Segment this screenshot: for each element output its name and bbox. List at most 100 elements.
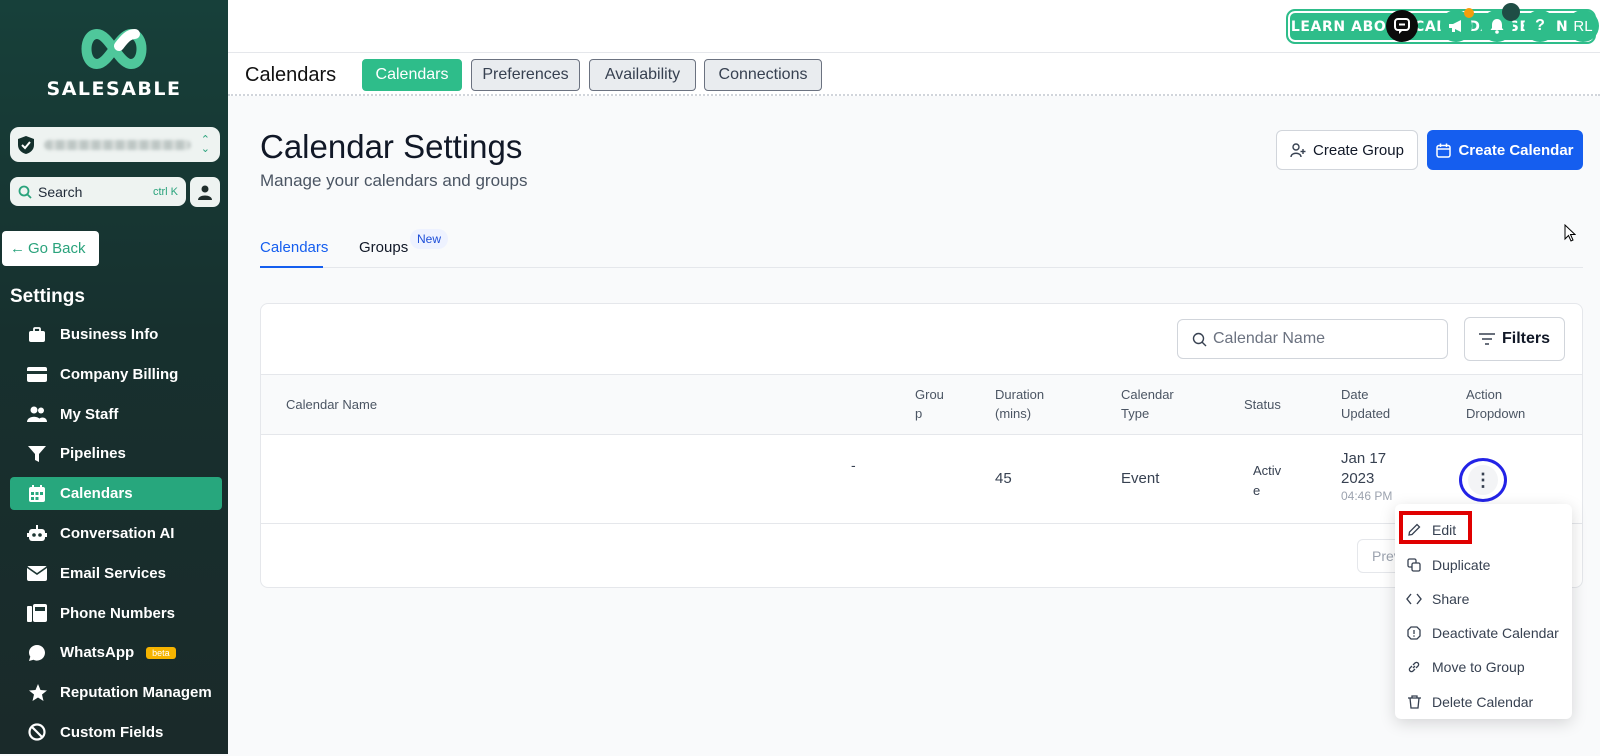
cell-date-updated: Jan 17 2023 04:46 PM xyxy=(1341,449,1392,503)
sidebar-item-label: WhatsApp xyxy=(60,644,135,662)
question-icon: ? xyxy=(1535,17,1545,34)
bell-icon xyxy=(1490,19,1504,34)
status-line: Activ xyxy=(1253,463,1282,478)
column-header-line: Duration xyxy=(995,387,1045,402)
sidebar-item-my-staff[interactable]: My Staff xyxy=(10,398,222,431)
sidebar-item-label: Business Info xyxy=(60,326,159,343)
account-name-redacted xyxy=(44,139,191,150)
menu-item-share[interactable]: Share xyxy=(1395,582,1572,616)
custom-fields-icon xyxy=(26,723,48,742)
create-calendar-button[interactable]: Create Calendar xyxy=(1427,130,1583,170)
column-header-line: (mins) xyxy=(995,406,1032,421)
sidebar-item-conversation-ai[interactable]: Conversation AI xyxy=(10,517,222,550)
credit-card-icon xyxy=(26,365,48,383)
account-switcher[interactable]: ⌃ ⌄ xyxy=(10,127,220,162)
funnel-icon xyxy=(26,445,48,463)
logo[interactable]: SALESABLE xyxy=(42,26,186,100)
tab-connections[interactable]: Connections xyxy=(704,59,822,91)
sidebar-item-company-billing[interactable]: Company Billing xyxy=(10,358,222,391)
chat-bubble-icon xyxy=(1394,18,1410,34)
create-calendar-label: Create Calendar xyxy=(1458,141,1574,159)
column-date-updated[interactable]: Date Updated xyxy=(1341,385,1390,423)
tab-label: Groups xyxy=(359,239,409,256)
filters-button[interactable]: Filters xyxy=(1464,317,1565,361)
verified-shield-icon xyxy=(18,135,34,154)
announcement-indicator xyxy=(1464,8,1474,18)
calendar-group-tabs: Calendars Groups New xyxy=(260,226,1583,268)
calendars-subnav: Calendars Calendars Preferences Availabi… xyxy=(228,52,1600,96)
menu-item-delete[interactable]: Delete Calendar xyxy=(1395,685,1572,719)
menu-item-deactivate[interactable]: Deactivate Calendar xyxy=(1395,616,1572,650)
column-header-line: Type xyxy=(1121,406,1150,421)
sidebar-item-label: Custom Fields xyxy=(60,723,164,741)
cell-group: - xyxy=(851,457,856,473)
page-title: Calendar Settings xyxy=(260,128,523,165)
column-duration[interactable]: Duration (mins) xyxy=(995,385,1044,423)
tab-availability[interactable]: Availability xyxy=(589,59,696,91)
new-badge: New xyxy=(410,229,449,249)
help-button[interactable]: ? xyxy=(1524,10,1556,42)
menu-item-move-to-group[interactable]: Move to Group xyxy=(1395,650,1572,684)
copy-icon xyxy=(1405,558,1423,572)
avatar[interactable]: RL xyxy=(1567,10,1599,42)
go-back-button[interactable]: ← Go Back xyxy=(2,231,99,266)
calendar-name-search[interactable]: Calendar Name xyxy=(1177,319,1448,359)
sidebar-item-reputation[interactable]: Reputation Managem xyxy=(10,676,222,709)
beta-badge: beta xyxy=(146,646,176,659)
megaphone-icon xyxy=(1449,20,1461,32)
column-calendar-type[interactable]: Calendar Type xyxy=(1121,385,1174,423)
sidebar-item-pipelines[interactable]: Pipelines xyxy=(10,437,222,470)
sidebar-item-business-info[interactable]: Business Info xyxy=(10,318,222,351)
search-shortcut: ctrl K xyxy=(152,185,178,198)
column-calendar-name[interactable]: Calendar Name xyxy=(286,395,377,414)
tab-label: Calendars xyxy=(260,239,329,256)
page-subtitle: Manage your calendars and groups xyxy=(260,171,528,190)
active-tab-indicator xyxy=(260,266,323,268)
date-line: Jan 17 xyxy=(1341,450,1387,467)
table-row[interactable]: - 45 Event Activ e Jan 17 2023 04:46 PM … xyxy=(261,435,1582,524)
section-title: Calendars xyxy=(245,64,337,86)
sidebar-search[interactable]: Search ctrl K xyxy=(10,177,186,206)
sidebar-item-label: Email Services xyxy=(60,564,166,582)
sidebar-item-custom-fields[interactable]: Custom Fields xyxy=(10,716,222,749)
link-icon xyxy=(1405,660,1423,674)
chat-widget-button[interactable] xyxy=(1386,10,1418,42)
mouse-cursor-icon xyxy=(1564,224,1576,242)
create-group-label: Create Group xyxy=(1313,141,1404,159)
sidebar-item-calendars[interactable]: Calendars xyxy=(10,477,222,511)
column-header-line: p xyxy=(915,406,923,421)
tab-calendars[interactable]: Calendars xyxy=(362,59,462,91)
sidebar-item-phone-numbers[interactable]: Phone Numbers xyxy=(10,597,222,630)
robot-icon xyxy=(26,524,48,542)
menu-item-label: Share xyxy=(1432,591,1470,607)
octagon-alert-icon xyxy=(1405,626,1423,640)
column-status[interactable]: Status xyxy=(1244,395,1281,414)
trash-icon xyxy=(1405,695,1423,709)
create-group-button[interactable]: Create Group xyxy=(1276,130,1418,170)
filters-label: Filters xyxy=(1501,330,1550,347)
calendar-icon xyxy=(1436,143,1452,158)
menu-item-duplicate[interactable]: Duplicate xyxy=(1395,548,1572,582)
users-icon xyxy=(26,405,48,423)
action-dropdown-button[interactable]: ⋮ xyxy=(1459,458,1507,502)
sidebar-item-label: Calendars xyxy=(60,485,133,503)
code-icon xyxy=(1405,593,1423,605)
column-group[interactable]: Grou p xyxy=(915,385,944,423)
tab-preferences[interactable]: Preferences xyxy=(471,59,580,91)
sidebar-item-email-services[interactable]: Email Services xyxy=(10,557,222,590)
cell-status: Activ e xyxy=(1253,461,1281,501)
column-header-line: Updated xyxy=(1341,406,1391,421)
kebab-menu-icon: ⋮ xyxy=(1468,465,1498,495)
tab-groups[interactable]: Groups xyxy=(359,239,408,256)
column-header-line: Date xyxy=(1341,387,1369,402)
sidebar: SALESABLE ⌃ ⌄ Search ctrl K ← Go Back Set… xyxy=(0,0,228,754)
user-profile-button[interactable] xyxy=(190,177,220,207)
sidebar-item-label: Conversation AI xyxy=(60,524,175,542)
chevron-updown-icon: ⌃ ⌄ xyxy=(200,133,210,155)
sidebar-item-whatsapp[interactable]: WhatsApp beta xyxy=(10,636,222,669)
settings-nav: Business Info Company Billing My Staff P… xyxy=(10,318,222,756)
go-back-label: Go Back xyxy=(28,240,86,257)
sidebar-item-label: Reputation Managem xyxy=(60,684,212,702)
sidebar-item-label: Pipelines xyxy=(60,445,126,463)
tab-calendars-list[interactable]: Calendars xyxy=(260,239,328,256)
